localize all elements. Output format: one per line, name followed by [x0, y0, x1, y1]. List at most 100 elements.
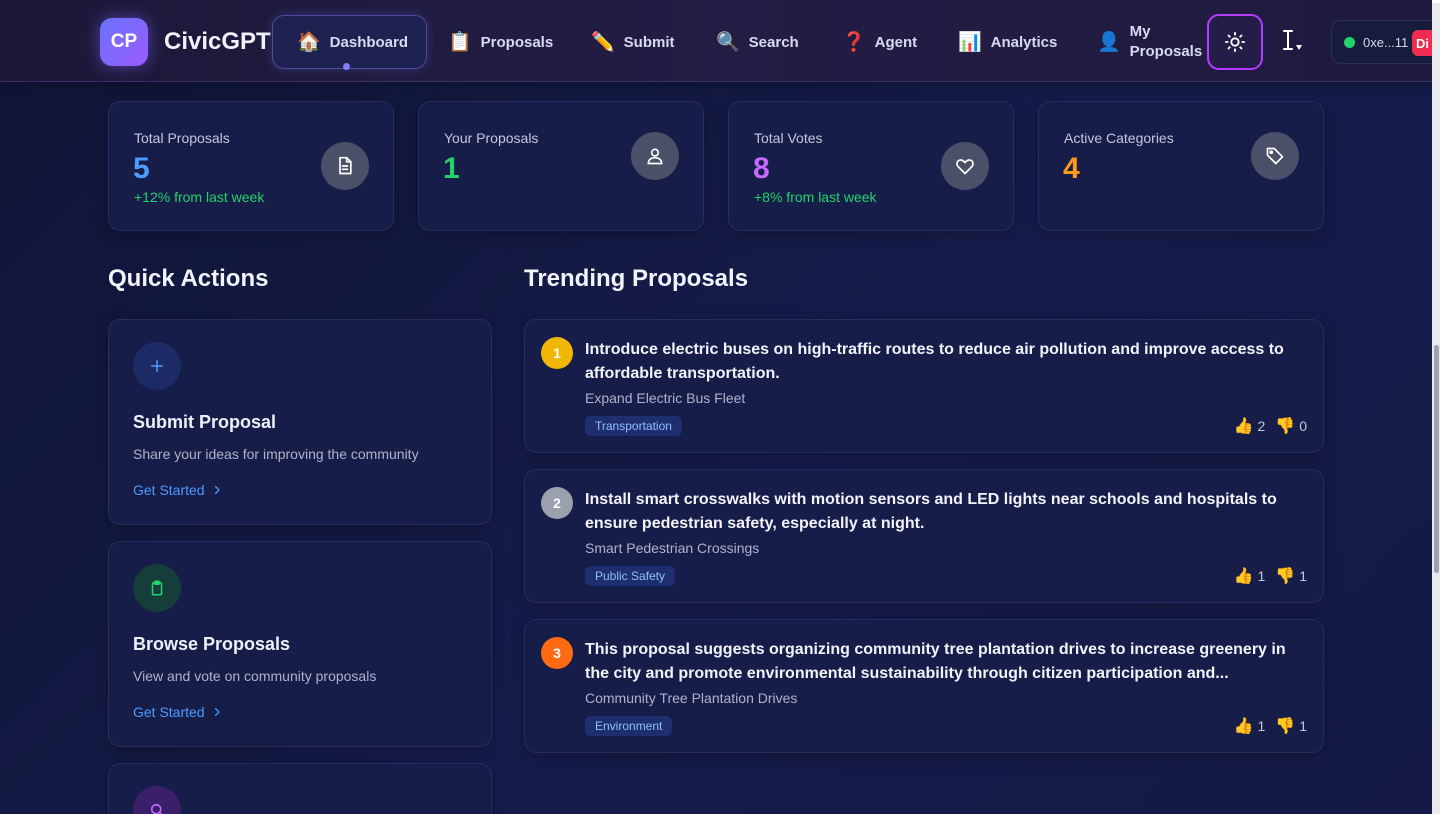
stat-card-total-votes: Total Votes 8 +8% from last week: [728, 101, 1014, 231]
get-started-link[interactable]: Get Started: [133, 482, 223, 498]
proposal-description: Introduce electric buses on high-traffic…: [585, 341, 1284, 382]
nav-analytics[interactable]: 📊 Analytics: [958, 15, 1057, 69]
thumbs-up-icon[interactable]: 👍: [1234, 566, 1254, 586]
vote-counts: 👍 2 👎 0: [1234, 416, 1307, 436]
nav-my-proposals[interactable]: 👤 My Proposals: [1097, 15, 1202, 69]
get-started-link[interactable]: Get Started: [133, 704, 223, 720]
bar-chart-icon: 📊: [958, 32, 982, 53]
trending-proposal-card[interactable]: 2 Install smart crosswalks with motion s…: [524, 469, 1324, 603]
vote-counts: 👍 1 👎 1: [1234, 566, 1307, 586]
stat-value: 4: [1063, 152, 1080, 185]
nav-label: Dashboard: [329, 33, 409, 51]
quick-action-submit-proposal[interactable]: Submit Proposal Share your ideas for imp…: [108, 319, 492, 525]
stat-delta: +12% from last week: [134, 189, 265, 205]
nav-label: Search: [748, 33, 799, 51]
scrollbar-top-cap: [1432, 0, 1440, 3]
heart-icon: [941, 142, 989, 190]
stat-label: Your Proposals: [444, 130, 539, 146]
top-navbar: CP CivicGPT 🏠 Dashboard 📋 Proposals ✏️ S…: [0, 0, 1440, 82]
nav-dashboard[interactable]: 🏠 Dashboard: [272, 15, 428, 69]
quick-action-browse-proposals[interactable]: Browse Proposals View and vote on commun…: [108, 541, 492, 747]
downvote-count: 0: [1299, 418, 1307, 434]
stat-value: 5: [133, 152, 150, 185]
app-name[interactable]: CivicGPT: [164, 28, 271, 56]
trending-proposal-card[interactable]: 3 This proposal suggests organizing comm…: [524, 619, 1324, 753]
user-icon: 👤: [1097, 32, 1121, 53]
stat-delta: +8% from last week: [754, 189, 877, 205]
active-indicator-dot: [343, 63, 350, 70]
nav-submit[interactable]: ✏️ Submit: [591, 15, 675, 69]
upvote-count: 1: [1257, 718, 1266, 734]
quick-action-desc: Share your ideas for improving the commu…: [133, 446, 419, 462]
scrollbar-thumb[interactable]: [1434, 345, 1439, 573]
stat-card-active-categories: Active Categories 4: [1038, 101, 1324, 231]
nav-label: Analytics: [990, 33, 1058, 51]
link-label: Get Started: [133, 482, 205, 498]
user-icon: [631, 132, 679, 180]
category-tag: Environment: [585, 716, 673, 736]
stat-card-your-proposals: Your Proposals 1: [418, 101, 704, 231]
clipboard-icon: [133, 564, 181, 612]
trending-heading: Trending Proposals: [524, 265, 749, 292]
thumbs-down-icon[interactable]: 👎: [1275, 566, 1295, 586]
stat-label: Active Categories: [1064, 130, 1174, 146]
quick-action-search[interactable]: [108, 763, 492, 814]
vote-counts: 👍 1 👎 1: [1234, 716, 1307, 736]
nav-label: Proposals: [480, 33, 554, 51]
stat-label: Total Votes: [754, 130, 823, 146]
stat-value: 1: [443, 152, 460, 185]
wallet-address: 0xe...11: [1363, 34, 1409, 50]
proposal-title: Expand Electric Bus Fleet: [585, 390, 746, 406]
nav-label: Agent: [874, 33, 918, 51]
upvote-count: 1: [1257, 568, 1266, 584]
nav-proposals[interactable]: 📋 Proposals: [448, 15, 553, 69]
nav-label: Submit: [623, 33, 675, 51]
proposal-title: Community Tree Plantation Drives: [585, 690, 798, 706]
downvote-count: 1: [1299, 718, 1307, 734]
connected-status-dot: [1344, 36, 1355, 48]
proposal-description: This proposal suggests organizing commun…: [585, 641, 1286, 682]
thumbs-up-icon[interactable]: 👍: [1234, 716, 1254, 736]
logo-badge[interactable]: CP: [100, 18, 148, 66]
rank-badge: 1: [541, 337, 573, 369]
pencil-icon: ✏️: [591, 32, 615, 53]
search-icon: [133, 786, 181, 814]
chevron-right-icon: [214, 707, 220, 717]
thumbs-up-icon[interactable]: 👍: [1234, 416, 1254, 436]
text-cursor-icon: [1283, 30, 1302, 50]
clipboard-icon: 📋: [448, 32, 472, 53]
proposal-title: Smart Pedestrian Crossings: [585, 540, 760, 556]
house-icon: 🏠: [297, 32, 321, 53]
nav-agent[interactable]: ❓ Agent: [842, 15, 917, 69]
quick-action-title: Browse Proposals: [133, 634, 291, 654]
nav-label: My Proposals: [1130, 22, 1203, 62]
stat-value: 8: [753, 152, 770, 185]
tag-icon: [1251, 132, 1299, 180]
category-tag: Transportation: [585, 416, 682, 436]
downvote-count: 1: [1299, 568, 1307, 584]
plus-icon: [133, 342, 181, 390]
theme-toggle-button[interactable]: [1207, 14, 1263, 70]
sun-icon: [1224, 31, 1246, 53]
magnifier-icon: 🔍: [716, 32, 740, 53]
nav-label-line2: Proposals: [1129, 43, 1203, 60]
chevron-right-icon: [214, 485, 220, 495]
wallet-chip[interactable]: 0xe...11 Di: [1331, 20, 1440, 64]
thumbs-down-icon[interactable]: 👎: [1275, 416, 1295, 436]
thumbs-down-icon[interactable]: 👎: [1275, 716, 1295, 736]
link-label: Get Started: [133, 704, 205, 720]
stat-card-total-proposals: Total Proposals 5 +12% from last week: [108, 101, 394, 231]
question-icon: ❓: [842, 32, 866, 53]
nav-search[interactable]: 🔍 Search: [716, 15, 799, 69]
stat-label: Total Proposals: [134, 130, 230, 146]
quick-action-desc: View and vote on community proposals: [133, 668, 377, 684]
quick-action-title: Submit Proposal: [133, 412, 277, 432]
trending-proposal-card[interactable]: 1 Introduce electric buses on high-traff…: [524, 319, 1324, 453]
quick-actions-heading: Quick Actions: [108, 265, 269, 292]
rank-badge: 2: [541, 487, 573, 519]
category-tag: Public Safety: [585, 566, 676, 586]
rank-badge: 3: [541, 637, 573, 669]
nav-label-line1: My: [1129, 23, 1151, 40]
upvote-count: 2: [1257, 418, 1266, 434]
document-icon: [321, 142, 369, 190]
